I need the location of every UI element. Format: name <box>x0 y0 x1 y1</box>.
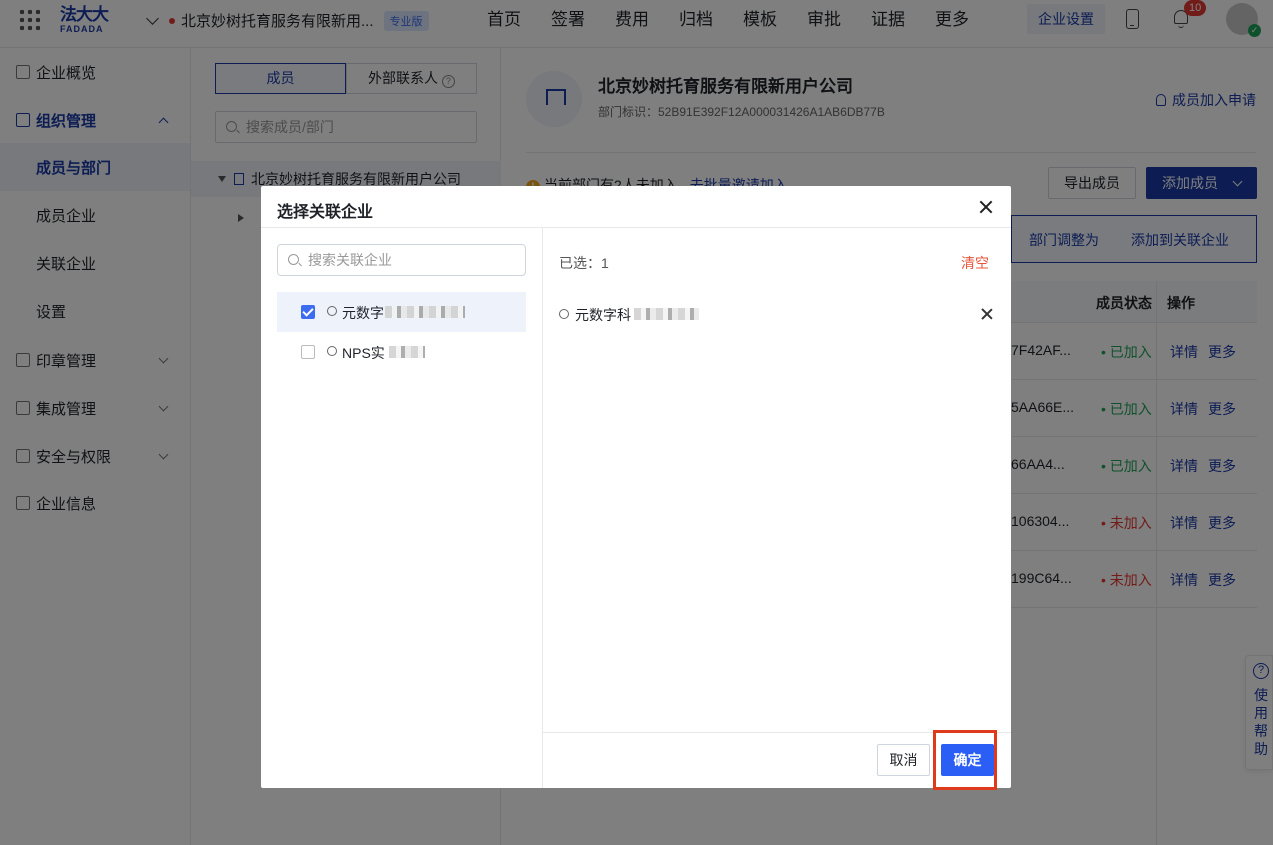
select-related-company-dialog: 选择关联企业 搜索关联企业 元数字 NPS实 已选：1 清空 元数字科 取消 确… <box>261 186 1011 788</box>
checkbox[interactable] <box>301 345 315 359</box>
confirm-highlight-box <box>933 730 997 790</box>
company-option-name: 元数字 <box>342 305 384 321</box>
related-company-search-input[interactable]: 搜索关联企业 <box>277 244 526 276</box>
cancel-button[interactable]: 取消 <box>877 744 930 776</box>
link-icon <box>324 303 340 319</box>
search-placeholder: 搜索关联企业 <box>308 252 392 268</box>
company-option[interactable]: 元数字 <box>277 292 526 332</box>
divider <box>542 228 543 788</box>
company-option-name: NPS实 <box>342 345 385 361</box>
close-icon[interactable] <box>977 198 995 216</box>
remove-selected-icon[interactable] <box>979 306 995 322</box>
clear-selection-link[interactable]: 清空 <box>961 253 989 273</box>
checkbox[interactable] <box>301 305 315 319</box>
link-icon <box>556 306 572 322</box>
redacted-text <box>389 346 425 358</box>
divider <box>261 227 1011 228</box>
redacted-text <box>634 308 699 320</box>
dialog-title: 选择关联企业 <box>277 204 374 221</box>
company-option[interactable]: NPS实 <box>277 332 526 372</box>
link-icon <box>324 343 340 359</box>
search-icon <box>288 254 299 265</box>
selected-company-name: 元数字科 <box>575 307 631 323</box>
redacted-text <box>385 306 465 318</box>
selected-count: 已选：1 <box>559 255 609 271</box>
